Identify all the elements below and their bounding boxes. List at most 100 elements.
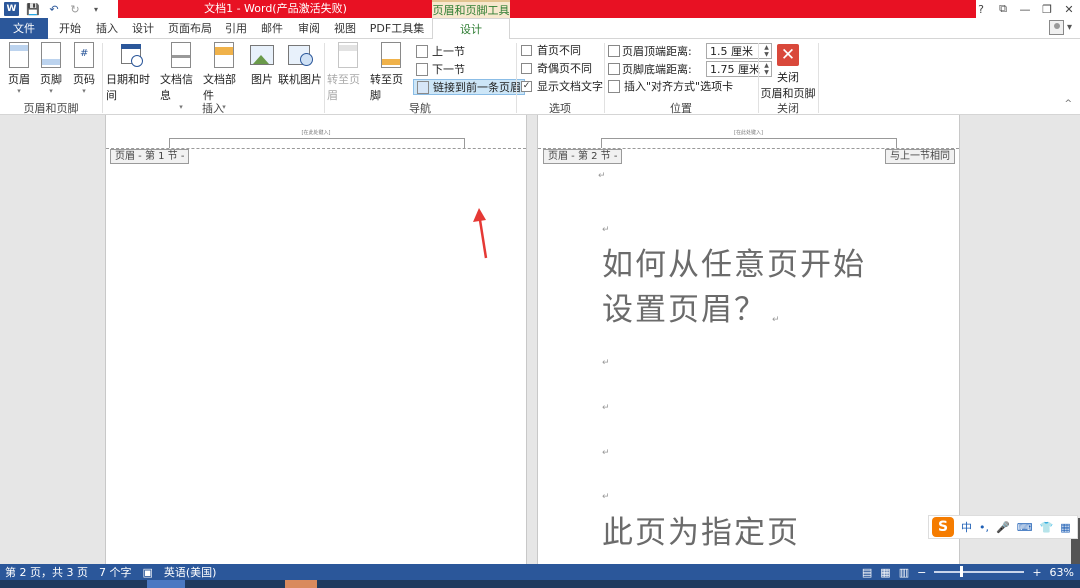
- tab-page-layout[interactable]: 页面布局: [165, 18, 215, 39]
- taskbar-app-word[interactable]: [147, 580, 185, 588]
- help-icon[interactable]: ?: [970, 0, 992, 18]
- link-icon: [417, 80, 429, 94]
- footer-from-bottom-spinner[interactable]: 页脚底端距离: 1.75 厘米 ▲ ▼: [608, 60, 772, 77]
- tab-mailings[interactable]: 邮件: [258, 18, 286, 39]
- heading-line-2[interactable]: 设置页眉？: [602, 288, 767, 332]
- document-canvas: [在此处键入] 页眉 - 第 1 节 - [在此处键入] 页眉 - 第 2 节 …: [0, 115, 1080, 564]
- header-position-icon: [608, 44, 620, 57]
- chevron-down-icon: ▾: [82, 87, 86, 95]
- zoom-slider-thumb[interactable]: [959, 566, 963, 577]
- online-picture-label: 联机图片: [278, 73, 322, 86]
- quick-parts-label: 文档部件: [203, 73, 236, 102]
- show-document-text-checkbox[interactable]: ✓ 显示文档文字: [521, 78, 603, 94]
- ribbon-tabs: 文件 开始 插入 设计 页面布局 引用 邮件 审阅 视图 PDF工具集 设计 ▾: [0, 18, 1080, 40]
- page-number-icon: #: [74, 42, 94, 68]
- group-label-header-footer: 页眉和页脚: [23, 102, 79, 115]
- avatar[interactable]: [1048, 20, 1064, 35]
- date-time-button[interactable]: 日期和时间: [106, 42, 158, 103]
- keyboard-icon[interactable]: ⌨: [1017, 521, 1033, 534]
- group-label-close: 关闭: [777, 102, 799, 115]
- word-app-icon[interactable]: W: [4, 2, 19, 16]
- ribbon-display-icon[interactable]: ⧉: [992, 0, 1014, 18]
- print-layout-icon[interactable]: ▦: [880, 566, 890, 579]
- tab-pdf-tools[interactable]: PDF工具集: [368, 18, 426, 39]
- group-divider: [818, 43, 819, 113]
- header-placeholder[interactable]: [在此处键入]: [106, 129, 526, 136]
- insert-alignment-tab-button[interactable]: 插入"对齐方式"选项卡: [608, 78, 733, 94]
- footer-icon: [41, 42, 61, 68]
- page-2[interactable]: [在此处键入] 页眉 - 第 2 节 - 与上一节相同 ↵ ↵ 如何从任意页开始…: [537, 115, 960, 564]
- word-count[interactable]: 7 个字: [99, 564, 132, 580]
- previous-section-icon: [416, 44, 428, 58]
- next-section-button[interactable]: 下一节: [416, 61, 465, 77]
- undo-icon[interactable]: ↶: [47, 2, 61, 16]
- online-picture-icon: [288, 42, 313, 68]
- check-icon[interactable]: ✓: [521, 80, 532, 92]
- redo-icon[interactable]: ↻: [68, 2, 82, 16]
- tab-home[interactable]: 开始: [56, 18, 84, 39]
- chevron-down-icon: ▾: [17, 87, 21, 95]
- body-text-designated-page[interactable]: 此页为指定页: [602, 511, 800, 555]
- goto-footer-button[interactable]: 转至页脚: [370, 42, 412, 103]
- header-from-top-spinner[interactable]: 页眉顶端距离: 1.5 厘米 ▲ ▼: [608, 42, 772, 59]
- skin-icon[interactable]: 👕: [1040, 521, 1054, 534]
- user-account[interactable]: ▾: [1048, 20, 1072, 35]
- tab-review[interactable]: 审阅: [295, 18, 323, 39]
- tab-view[interactable]: 视图: [331, 18, 359, 39]
- web-layout-icon[interactable]: ▥: [899, 566, 909, 579]
- tab-header-footer-design[interactable]: 设计: [432, 18, 510, 40]
- next-section-label: 下一节: [432, 63, 465, 76]
- checkbox-box[interactable]: [521, 44, 532, 56]
- document-info-icon: [171, 42, 191, 68]
- header-icon: [9, 42, 29, 68]
- link-to-previous-label: 链接到前一条页眉: [433, 81, 521, 94]
- different-odd-even-checkbox[interactable]: 奇偶页不同: [521, 60, 592, 76]
- zoom-level[interactable]: 63%: [1050, 566, 1074, 579]
- taskbar-app[interactable]: [285, 580, 317, 588]
- quick-parts-icon: [214, 42, 234, 68]
- chevron-down-icon[interactable]: ▾: [1067, 22, 1072, 33]
- customize-qat-icon[interactable]: ▾: [89, 2, 103, 16]
- footer-button[interactable]: 页脚 ▾: [38, 42, 64, 95]
- header-button[interactable]: 页眉 ▾: [6, 42, 32, 95]
- paragraph-mark: ↵: [602, 403, 610, 413]
- ime-menu-icon[interactable]: ▦: [1060, 521, 1070, 534]
- language-indicator[interactable]: 英语(美国): [164, 564, 217, 580]
- zoom-in-icon[interactable]: +: [1032, 566, 1041, 579]
- context-tool-title: 页眉和页脚工具: [432, 0, 510, 18]
- tab-references[interactable]: 引用: [222, 18, 250, 39]
- sogou-logo-icon[interactable]: S: [932, 517, 954, 537]
- picture-button[interactable]: 图片: [248, 42, 276, 87]
- collapse-ribbon-icon[interactable]: ^: [1064, 99, 1072, 109]
- tab-insert[interactable]: 插入: [93, 18, 121, 39]
- tab-file[interactable]: 文件: [0, 18, 48, 39]
- different-first-page-checkbox[interactable]: 首页不同: [521, 42, 581, 58]
- proofing-icon[interactable]: ▣: [142, 566, 152, 579]
- page-number-button[interactable]: # 页码 ▾: [71, 42, 97, 95]
- page-1[interactable]: [在此处键入] 页眉 - 第 1 节 -: [105, 115, 527, 564]
- close-window-icon[interactable]: ✕: [1058, 0, 1080, 18]
- close-header-footer-button[interactable]: ✕ 关闭 页眉和页脚: [760, 42, 816, 101]
- picture-icon: [250, 42, 274, 68]
- link-to-previous-button[interactable]: 链接到前一条页眉: [413, 79, 525, 95]
- zoom-slider[interactable]: [934, 566, 1025, 577]
- header-label: 页眉: [8, 73, 30, 86]
- goto-footer-label: 转至页脚: [370, 73, 403, 102]
- heading-line-1[interactable]: 如何从任意页开始: [602, 243, 866, 287]
- save-icon[interactable]: 💾: [26, 2, 40, 16]
- ime-chinese-mode[interactable]: 中: [961, 519, 972, 535]
- online-picture-button[interactable]: 联机图片: [278, 42, 322, 87]
- restore-icon[interactable]: ❐: [1036, 0, 1058, 18]
- page-count[interactable]: 第 2 页，共 3 页: [5, 564, 88, 580]
- minimize-icon[interactable]: —: [1014, 0, 1036, 18]
- previous-section-button[interactable]: 上一节: [416, 43, 465, 59]
- read-mode-icon[interactable]: ▤: [862, 566, 872, 579]
- ime-punctuation-icon[interactable]: •,: [979, 521, 989, 534]
- goto-header-button[interactable]: 转至页眉: [327, 42, 369, 103]
- ime-toolbar[interactable]: S 中 •, 🎤 ⌨ 👕 ▦: [928, 515, 1078, 539]
- microphone-icon[interactable]: 🎤: [996, 521, 1010, 534]
- zoom-out-icon[interactable]: −: [917, 566, 926, 579]
- checkbox-box[interactable]: [521, 62, 532, 74]
- header-placeholder[interactable]: [在此处键入]: [538, 129, 959, 136]
- tab-design[interactable]: 设计: [129, 18, 157, 39]
